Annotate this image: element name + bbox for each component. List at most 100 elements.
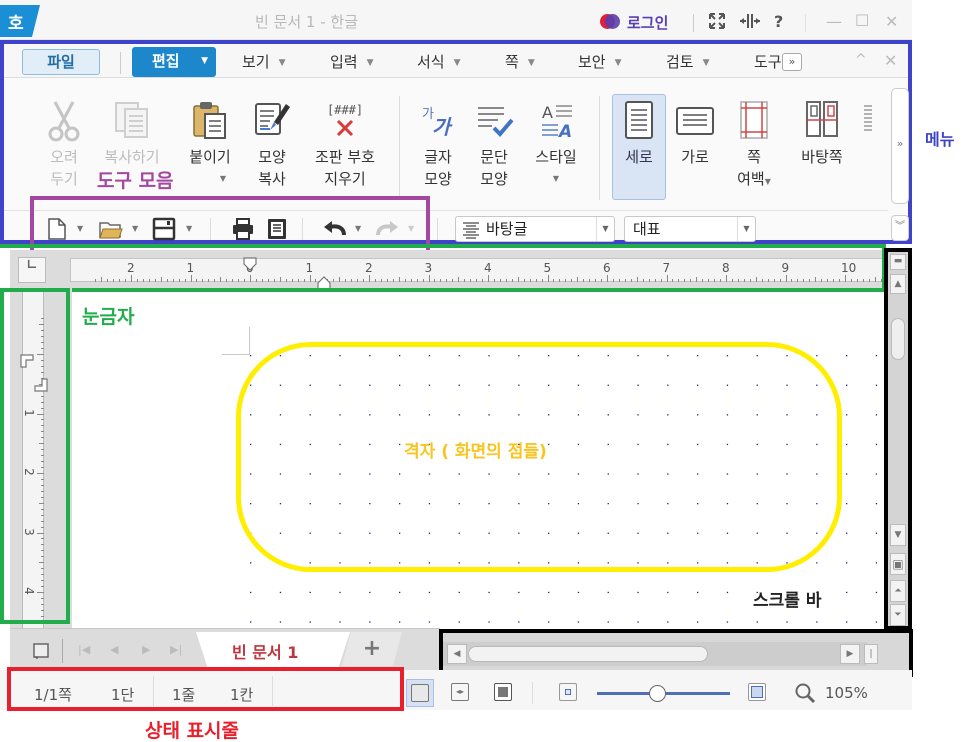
chevron-down-icon: ▼ xyxy=(614,58,622,68)
tab-list-icon[interactable] xyxy=(32,642,50,664)
title-separator xyxy=(805,14,806,32)
help-icon[interactable]: ? xyxy=(774,12,783,31)
grid-dot xyxy=(399,621,401,623)
grid-dot xyxy=(846,355,848,357)
fit-width-icon[interactable]: ◂▸ xyxy=(451,683,469,701)
chevron-down-icon: ▼ xyxy=(453,58,461,68)
toolbar-separator xyxy=(437,218,438,240)
login-link[interactable]: 로그인 xyxy=(627,12,668,33)
fullscreen-icon[interactable] xyxy=(708,12,726,34)
menu-review[interactable]: 검토 ▼ xyxy=(666,51,710,72)
format-copy-label: 복사 xyxy=(258,170,286,188)
previous-tab-icon[interactable]: ◀ xyxy=(110,643,118,656)
cut-label: 두기 xyxy=(50,170,78,188)
grid-dot xyxy=(399,591,401,594)
login-icon[interactable] xyxy=(600,14,620,30)
grid-dot xyxy=(875,443,878,446)
zoom-in-icon[interactable] xyxy=(748,683,766,701)
page-margin-button[interactable]: 쪽 여백▼ xyxy=(726,100,782,193)
grid-dot xyxy=(548,591,550,594)
menu-tools[interactable]: 도구 xyxy=(754,51,782,72)
ribbon-separator xyxy=(599,96,600,200)
para-shape-button[interactable]: 문단 모양 xyxy=(470,100,518,190)
cut-button[interactable]: 오려 두기 xyxy=(40,100,88,190)
menu-divider xyxy=(120,52,121,74)
svg-text:가: 가 xyxy=(432,115,453,139)
char-shape-icon: 가가 xyxy=(414,100,462,146)
grid-dot xyxy=(309,591,311,594)
toolbar-expand-button[interactable]: ︾ xyxy=(891,215,909,241)
paragraph-style-icon xyxy=(462,221,480,246)
grid-dot xyxy=(458,621,460,623)
minimize-button[interactable]: — xyxy=(826,12,842,31)
magnifier-icon[interactable] xyxy=(794,682,816,708)
grid-dot xyxy=(250,562,252,564)
format-copy-button[interactable]: 모양 복사 xyxy=(248,100,296,190)
grid-dot xyxy=(875,355,878,357)
menu-more-button[interactable]: » xyxy=(782,53,802,71)
page-corner-mark xyxy=(222,327,250,355)
add-tab-button[interactable]: + xyxy=(342,632,402,666)
portrait-button[interactable]: 세로 xyxy=(612,100,666,168)
font-combo-value: 대표 xyxy=(633,220,661,238)
vertical-scrollbar-annotation-box xyxy=(884,248,912,630)
zoom-level[interactable]: 105% xyxy=(825,684,868,702)
maximize-button[interactable]: ☐ xyxy=(855,11,869,30)
clear-markup-icon: [###] xyxy=(305,100,385,146)
status-separator xyxy=(532,682,533,704)
menu-insert[interactable]: 입력 ▼ xyxy=(330,51,374,72)
menu-file[interactable]: 파일 xyxy=(22,49,100,75)
char-shape-label: 모양 xyxy=(424,170,452,188)
grid-dot xyxy=(667,591,669,594)
char-shape-button[interactable]: 가가 글자 모양 xyxy=(414,100,462,190)
para-shape-icon xyxy=(470,100,518,146)
style-combo[interactable]: 바탕글 ▼ xyxy=(455,216,615,242)
master-page-button[interactable]: 바탕쪽 xyxy=(792,100,852,168)
menu-format[interactable]: 서식 ▼ xyxy=(417,51,461,72)
grid-dot xyxy=(786,621,788,623)
grid-dot xyxy=(726,621,729,623)
style-button[interactable]: AA 스타일 ▼ xyxy=(526,100,586,190)
grid-dot xyxy=(875,532,878,534)
grid-dot xyxy=(339,591,341,594)
grid-dot xyxy=(637,621,639,623)
menu-view[interactable]: 보기 ▼ xyxy=(242,51,286,72)
grid-dot xyxy=(697,591,699,594)
portrait-page-icon xyxy=(612,100,666,146)
full-page-icon[interactable] xyxy=(494,683,512,701)
menu-page[interactable]: 쪽 ▼ xyxy=(505,51,535,72)
resize-icon[interactable] xyxy=(739,12,761,34)
grid-dot xyxy=(846,503,848,505)
close-button[interactable]: ✕ xyxy=(885,12,898,31)
grid-dot xyxy=(697,621,699,623)
paste-button[interactable]: 붙이기 ▼ xyxy=(182,100,238,190)
grid-dot xyxy=(667,621,669,623)
copy-button[interactable]: 복사하기 xyxy=(96,100,168,168)
grid-dot xyxy=(846,621,848,623)
first-tab-icon[interactable]: |◀ xyxy=(78,643,90,656)
grid-dot xyxy=(816,355,818,357)
ribbon-collapse-button[interactable]: ^ xyxy=(855,52,867,68)
menu-edit[interactable]: 편집 ▼ xyxy=(132,47,216,77)
next-tab-icon[interactable]: ▶ xyxy=(142,643,150,656)
last-tab-icon[interactable]: ▶| xyxy=(170,643,182,656)
ribbon-overflow-grip-icon xyxy=(864,104,872,138)
clear-markup-button[interactable]: [###] 조판 부호 지우기 xyxy=(305,100,385,190)
zoom-slider-knob[interactable] xyxy=(648,685,666,702)
grid-dot xyxy=(756,621,758,623)
ribbon-close-button[interactable]: ✕ xyxy=(884,51,897,70)
copy-label: 복사하기 xyxy=(104,148,160,166)
chevron-down-icon: ▼ xyxy=(552,174,560,183)
master-page-label: 바탕쪽 xyxy=(801,148,843,166)
grid-dot xyxy=(846,384,848,386)
grid-dot xyxy=(875,591,878,594)
char-shape-label: 글자 xyxy=(424,148,452,166)
zoom-out-icon[interactable] xyxy=(559,683,577,701)
font-combo[interactable]: 대표 ▼ xyxy=(624,216,756,242)
title-separator xyxy=(693,14,694,32)
vertical-ruler-annotation-box xyxy=(0,288,70,624)
landscape-button[interactable]: 가로 xyxy=(670,100,720,168)
grid-dot xyxy=(428,621,431,623)
ribbon-expand-button[interactable]: » xyxy=(891,88,909,204)
menu-security[interactable]: 보안 ▼ xyxy=(578,51,622,72)
